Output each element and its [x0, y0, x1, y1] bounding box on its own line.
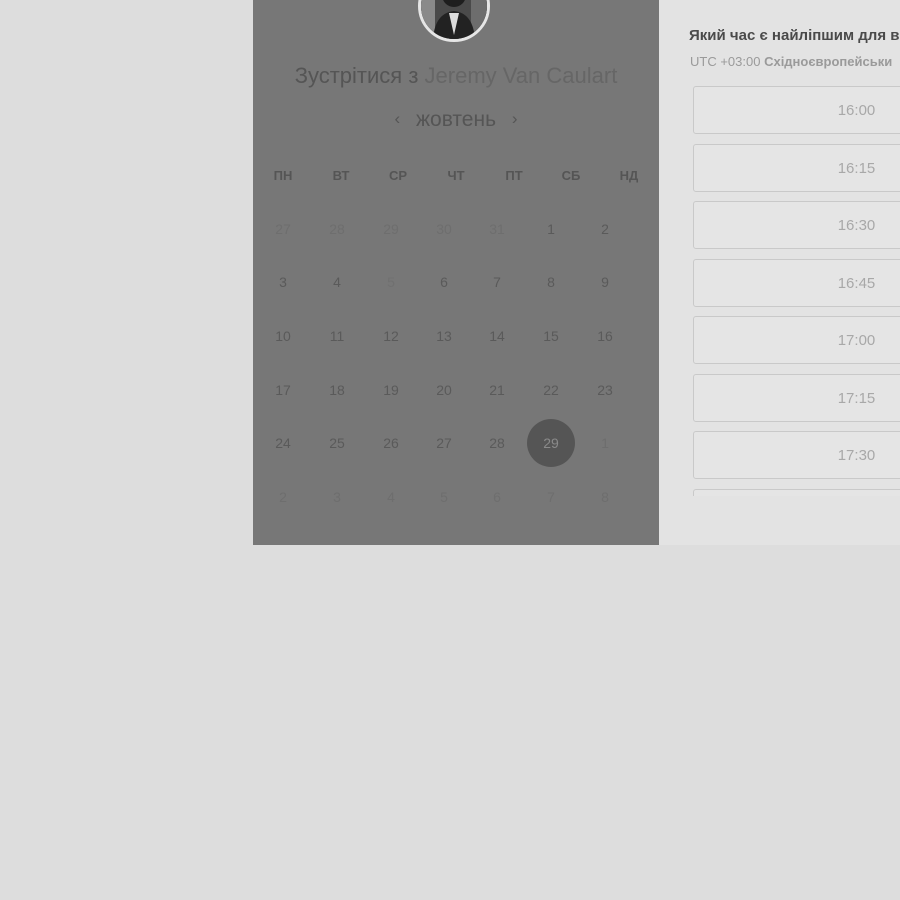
calendar-day: 7 — [547, 489, 555, 505]
calendar-panel: Зустрітися з Jeremy Van Caulart ‹ жовтен… — [253, 0, 659, 545]
calendar-day[interactable]: 21 — [475, 368, 519, 412]
calendar-day[interactable]: 27 — [422, 421, 466, 465]
calendar-day[interactable]: 13 — [422, 314, 466, 358]
calendar-day: 29 — [383, 221, 399, 237]
time-slot-button[interactable]: 16:15 — [693, 144, 900, 192]
calendar-day[interactable]: 16 — [583, 314, 627, 358]
meeting-title: Зустрітися з Jeremy Van Caulart — [253, 63, 659, 89]
calendar-day[interactable]: 4 — [315, 260, 359, 304]
time-slot-button[interactable]: 17:30 — [693, 431, 900, 479]
calendar-day[interactable]: 19 — [369, 368, 413, 412]
calendar-day: 2 — [279, 489, 287, 505]
time-slot-label: 16:00 — [837, 102, 876, 119]
calendar-day[interactable]: 17 — [261, 368, 305, 412]
calendar-day[interactable]: 20 — [422, 368, 466, 412]
time-slot-button[interactable]: 16:00 — [693, 86, 900, 134]
time-slot-label: 17:30 — [837, 447, 876, 464]
timezone-offset: UTC +03:00 — [690, 54, 761, 69]
time-question: Який час є найліпшим для в — [689, 27, 900, 44]
time-panel: Який час є найліпшим для в UTC +03:00 Сх… — [659, 0, 900, 545]
calendar-day: 3 — [333, 489, 341, 505]
weekday-label: СР — [388, 168, 408, 183]
calendar-day[interactable]: 26 — [369, 421, 413, 465]
time-slot-button[interactable]: 16:45 — [693, 259, 900, 307]
calendar-day[interactable]: 25 — [315, 421, 359, 465]
time-slot-label: 16:45 — [837, 275, 876, 292]
timezone-label[interactable]: UTC +03:00 Східноєвропейськи — [690, 54, 892, 69]
calendar-day[interactable]: 3 — [261, 260, 305, 304]
calendar-day: 27 — [275, 221, 291, 237]
chevron-right-icon[interactable]: › — [512, 109, 518, 129]
time-slot-button[interactable]: 16:30 — [693, 201, 900, 249]
calendar-day[interactable]: 2 — [583, 207, 627, 251]
time-slot-button[interactable]: 17:15 — [693, 374, 900, 422]
weekday-label: СБ — [561, 168, 581, 183]
weekday-label: ВТ — [332, 168, 350, 183]
calendar-day: 28 — [329, 221, 345, 237]
calendar-day[interactable]: 9 — [583, 260, 627, 304]
calendar-day: 8 — [601, 489, 609, 505]
avatar — [418, 0, 490, 42]
time-slot-label: 17:15 — [837, 390, 876, 407]
calendar-day: 5 — [387, 274, 395, 290]
time-slot-label: 16:15 — [837, 160, 876, 177]
time-slot-button[interactable]: 17:00 — [693, 316, 900, 364]
calendar-day: 6 — [493, 489, 501, 505]
time-slot-label: 16:30 — [837, 217, 876, 234]
calendar-day[interactable]: 24 — [261, 421, 305, 465]
weekday-label: НД — [619, 168, 639, 183]
scheduling-widget: Зустрітися з Jeremy Van Caulart ‹ жовтен… — [253, 0, 900, 545]
calendar-day[interactable]: 10 — [261, 314, 305, 358]
calendar-day: 5 — [440, 489, 448, 505]
chevron-left-icon[interactable]: ‹ — [394, 109, 400, 129]
weekday-label: ЧТ — [447, 168, 465, 183]
calendar-day[interactable]: 11 — [315, 314, 359, 358]
calendar-day: 4 — [387, 489, 395, 505]
weekday-label: ПТ — [505, 168, 523, 183]
calendar-day[interactable]: 15 — [529, 314, 573, 358]
month-label: жовтень — [415, 108, 497, 131]
selected-day[interactable]: 29 — [527, 419, 575, 467]
time-slot-list[interactable]: 16:00 16:15 16:30 16:45 17:00 17:15 17:30 — [693, 86, 900, 496]
calendar-day: 31 — [489, 221, 505, 237]
title-prefix: Зустрітися з — [294, 63, 419, 88]
calendar-day[interactable]: 28 — [475, 421, 519, 465]
calendar-day[interactable]: 22 — [529, 368, 573, 412]
calendar-day: 30 — [436, 221, 452, 237]
calendar-day[interactable]: 1 — [529, 207, 573, 251]
timezone-name: Східноєвропейськи — [764, 54, 893, 69]
calendar-day[interactable]: 12 — [369, 314, 413, 358]
host-name: Jeremy Van Caulart — [424, 63, 618, 88]
calendar-day[interactable]: 18 — [315, 368, 359, 412]
time-slot-button[interactable] — [693, 489, 900, 496]
calendar-day[interactable]: 7 — [475, 260, 519, 304]
time-slot-label: 17:00 — [837, 332, 876, 349]
calendar-day: 1 — [601, 435, 609, 451]
month-navigation: ‹ жовтень › — [253, 108, 659, 132]
calendar-day[interactable]: 8 — [529, 260, 573, 304]
calendar-day[interactable]: 14 — [475, 314, 519, 358]
calendar-day[interactable]: 6 — [422, 260, 466, 304]
calendar-day[interactable]: 23 — [583, 368, 627, 412]
avatar-photo — [421, 0, 487, 39]
weekday-label: ПН — [273, 168, 293, 183]
